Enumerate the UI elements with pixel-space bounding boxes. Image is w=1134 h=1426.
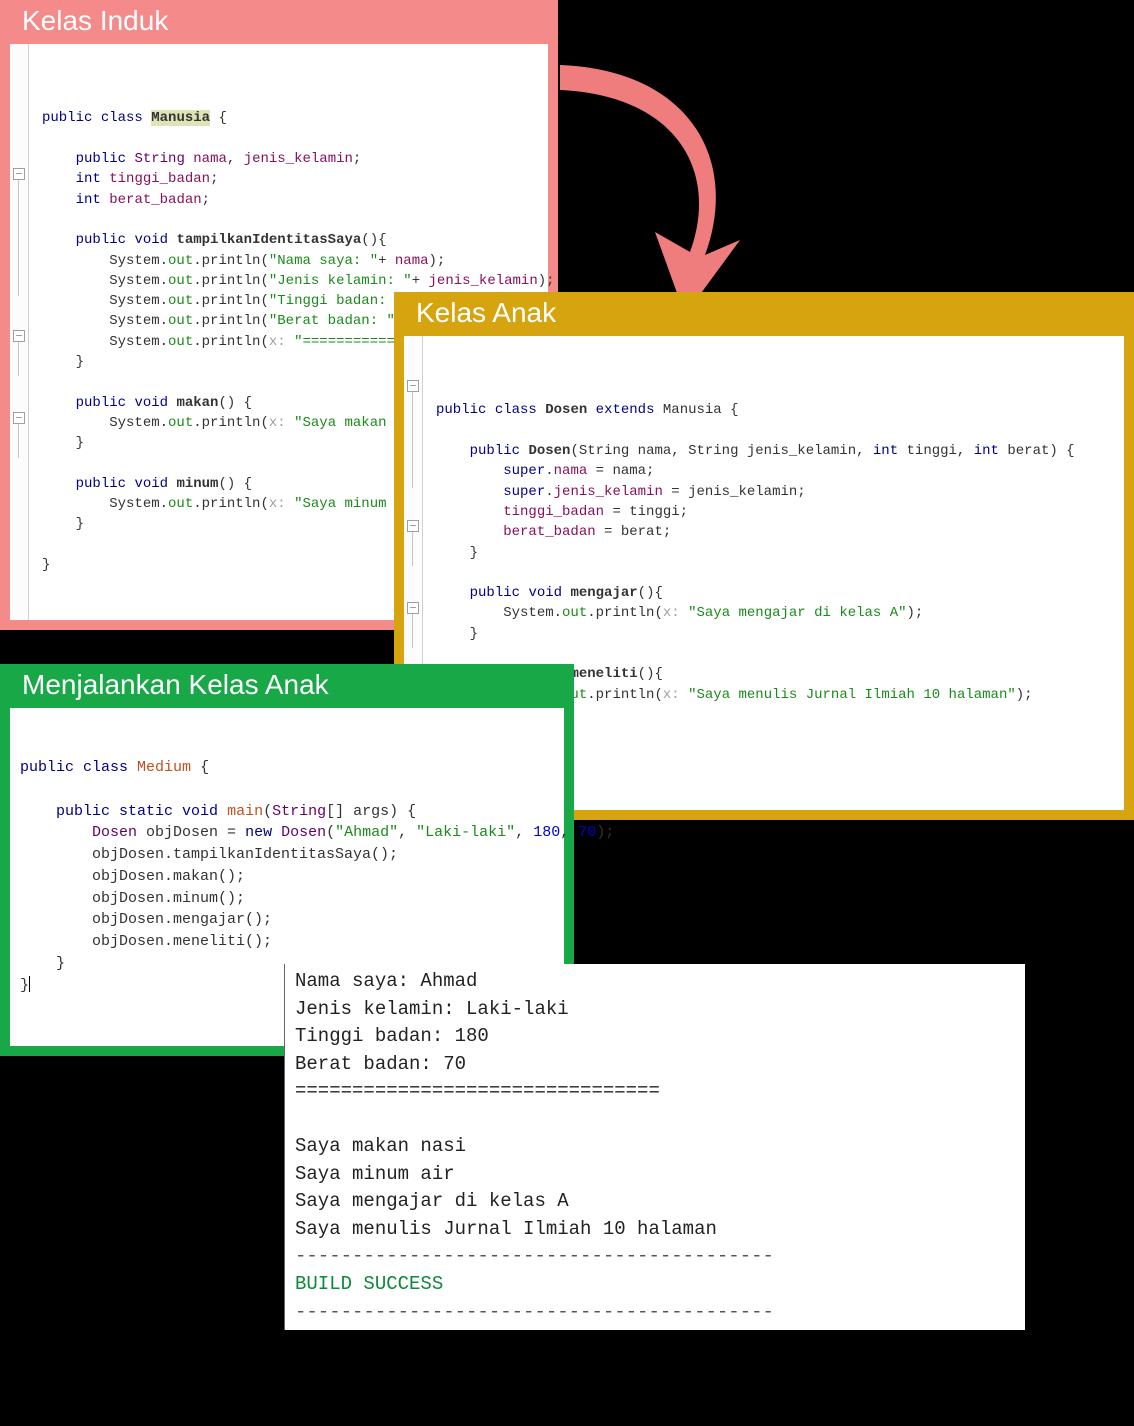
panel-title: Kelas Anak: [404, 292, 1124, 336]
fold-icon[interactable]: [13, 412, 25, 424]
fold-icon[interactable]: [13, 168, 25, 180]
code-text: public class Medium { public static void…: [20, 757, 554, 996]
fold-gutter: [10, 44, 29, 620]
fold-icon[interactable]: [407, 602, 419, 614]
console-output: Nama saya: Ahmad Jenis kelamin: Laki-lak…: [284, 964, 1025, 1330]
panel-title: Menjalankan Kelas Anak: [10, 664, 564, 708]
fold-icon[interactable]: [407, 380, 419, 392]
fold-icon[interactable]: [13, 330, 25, 342]
panel-title: Kelas Induk: [10, 0, 548, 44]
fold-icon[interactable]: [407, 520, 419, 532]
arrow-icon: [540, 60, 760, 320]
